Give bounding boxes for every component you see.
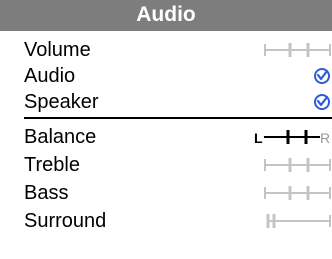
surround-slider[interactable] xyxy=(260,207,332,235)
menu-item-label: Balance xyxy=(24,126,97,148)
slider-icon xyxy=(264,186,331,200)
menu-item-label: Treble xyxy=(24,154,80,176)
menu-item-treble[interactable]: Treble xyxy=(0,151,332,179)
menu-item-audio[interactable]: Audio xyxy=(0,62,332,90)
menu-item-surround[interactable]: Surround xyxy=(0,207,332,235)
menu-item-label: Speaker xyxy=(24,91,99,113)
balance-left-marker: L xyxy=(254,130,263,146)
menu-title: Audio xyxy=(0,0,332,31)
audio-menu-panel: Audio Volume Audio Speaker Balance L R T… xyxy=(0,0,332,259)
menu-item-balance[interactable]: Balance L R xyxy=(0,123,332,151)
menu-item-label: Audio xyxy=(24,65,76,87)
menu-item-label: Surround xyxy=(24,210,107,232)
slider-icon xyxy=(264,43,331,57)
bass-slider[interactable] xyxy=(260,179,332,207)
slider-icon xyxy=(266,214,331,228)
audio-checkbox[interactable] xyxy=(312,62,332,90)
slider-icon xyxy=(264,158,331,172)
menu-item-bass[interactable]: Bass xyxy=(0,179,332,207)
balance-slider-icon: L R xyxy=(254,130,330,146)
treble-slider[interactable] xyxy=(260,151,332,179)
balance-slider[interactable]: L R xyxy=(252,123,332,151)
checkmark-circle-icon xyxy=(314,68,330,84)
checkmark-circle-icon xyxy=(314,94,330,110)
balance-right-marker: R xyxy=(320,130,330,146)
menu-item-volume[interactable]: Volume xyxy=(0,36,332,64)
menu-divider xyxy=(24,117,332,119)
menu-item-speaker[interactable]: Speaker xyxy=(0,88,332,116)
menu-item-label: Bass xyxy=(24,182,69,204)
speaker-checkbox[interactable] xyxy=(312,88,332,116)
menu-item-label: Volume xyxy=(24,39,91,61)
volume-slider[interactable] xyxy=(260,36,332,64)
